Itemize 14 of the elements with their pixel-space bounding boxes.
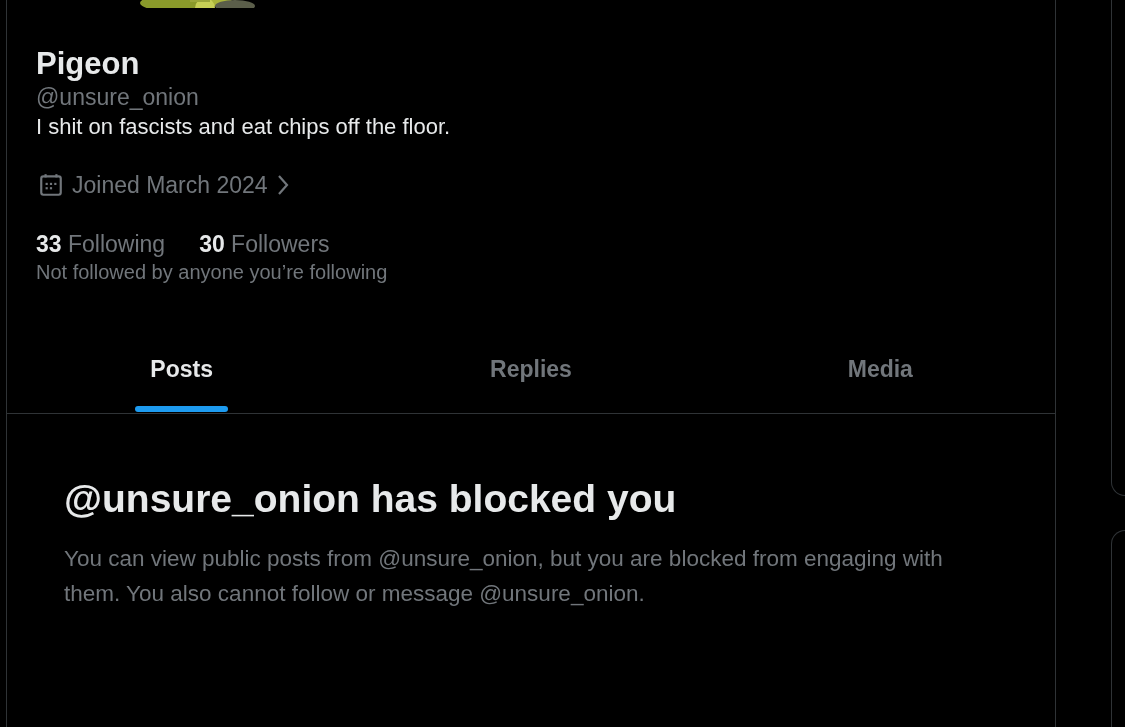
blocked-title: @unsure_onion has blocked you bbox=[64, 476, 677, 522]
chevron-right-icon[interactable] bbox=[275, 174, 290, 196]
following-link[interactable]: 33 Following bbox=[36, 229, 166, 259]
followed-by-note: Not followed by anyone you’re following bbox=[36, 261, 388, 283]
calendar-icon bbox=[38, 172, 64, 198]
profile-tab[interactable]: Replies bbox=[475, 325, 587, 413]
profile-name: Pigeon bbox=[36, 46, 140, 82]
profile-tab[interactable]: Media bbox=[832, 325, 928, 413]
joined-date: Joined March 2024 bbox=[72, 171, 268, 199]
profile-tab[interactable]: Posts bbox=[135, 325, 228, 413]
profile-bio: I shit on fascists and eat chips off the floor. bbox=[36, 114, 451, 139]
profile-handle: @unsure_onion bbox=[36, 84, 199, 110]
followers-link[interactable]: 30 Followers bbox=[199, 229, 330, 259]
blocked-message: You can view public posts from @unsure_onion, but you are blocked from engaging with them. You also cannot follow or message @unsure_onion. bbox=[64, 545, 944, 608]
